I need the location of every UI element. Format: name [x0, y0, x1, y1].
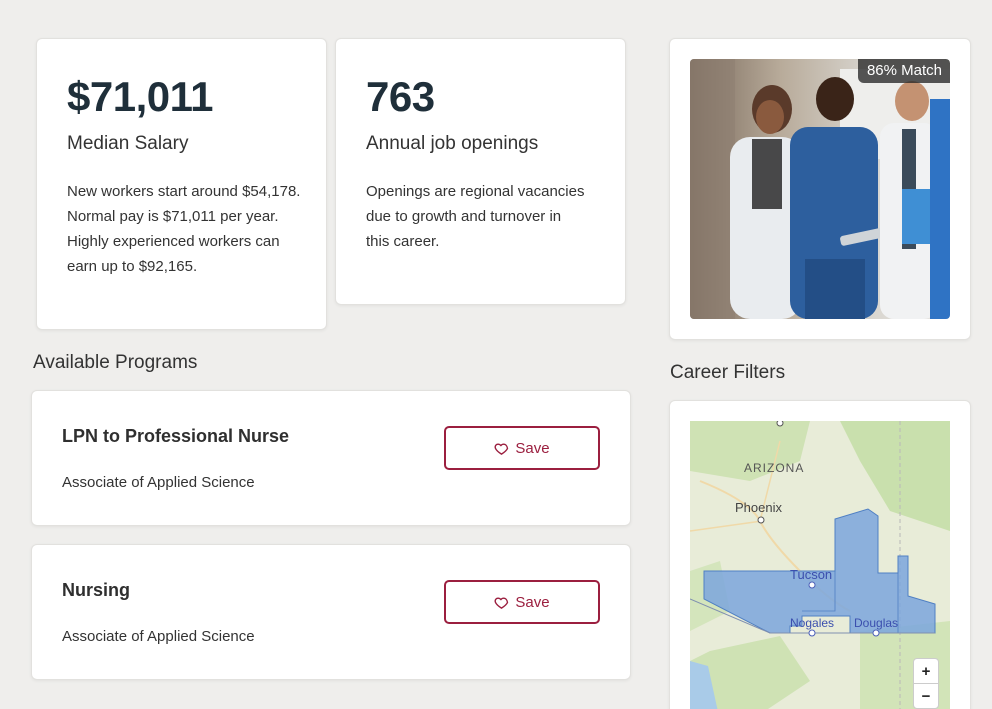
match-badge: 86% Match [857, 59, 950, 83]
job-openings-card: 763 Annual job openings Openings are reg… [335, 38, 626, 305]
map-city-label: Tucson [790, 567, 833, 582]
save-label: Save [515, 593, 550, 611]
program-name[interactable]: Nursing [62, 580, 130, 601]
program-degree: Associate of Applied Science [62, 628, 255, 645]
career-photo: 86% Match [690, 59, 950, 319]
job-openings-value: 763 [366, 73, 435, 120]
career-filters-title: Career Filters [670, 362, 786, 383]
heart-icon [494, 596, 509, 609]
program-card[interactable]: LPN to Professional Nurse Associate of A… [31, 390, 631, 526]
save-button[interactable]: Save [444, 580, 600, 624]
program-degree: Associate of Applied Science [62, 474, 255, 491]
program-card[interactable]: Nursing Associate of Applied Science Sav… [31, 544, 631, 680]
median-salary-label: Median Salary [67, 133, 189, 154]
median-salary-description: New workers start around $54,178. Normal… [67, 183, 301, 275]
heart-icon [494, 442, 509, 455]
map-state-label: ARIZONA [744, 461, 805, 475]
region-map[interactable]: ARIZONA Phoenix Tucson Nogales Douglas +… [690, 421, 950, 709]
save-label: Save [515, 439, 550, 457]
program-name[interactable]: LPN to Professional Nurse [62, 426, 289, 447]
map-city-label: Douglas [854, 616, 899, 630]
median-salary-card: $71,011 Median Salary New workers start … [36, 38, 327, 330]
map-city-label: Nogales [790, 616, 835, 630]
zoom-in-button[interactable]: + [913, 658, 939, 684]
save-button[interactable]: Save [444, 426, 600, 470]
map-card: ARIZONA Phoenix Tucson Nogales Douglas +… [669, 400, 971, 709]
job-openings-description: Openings are regional vacancies due to g… [366, 183, 585, 250]
zoom-out-button[interactable]: − [913, 683, 939, 709]
medical-team-image [690, 59, 950, 319]
available-programs-title: Available Programs [33, 352, 198, 373]
job-openings-label: Annual job openings [366, 133, 539, 154]
median-salary-value: $71,011 [67, 73, 214, 120]
career-photo-card: 86% Match [669, 38, 971, 340]
map-city-label: Phoenix [735, 500, 782, 515]
